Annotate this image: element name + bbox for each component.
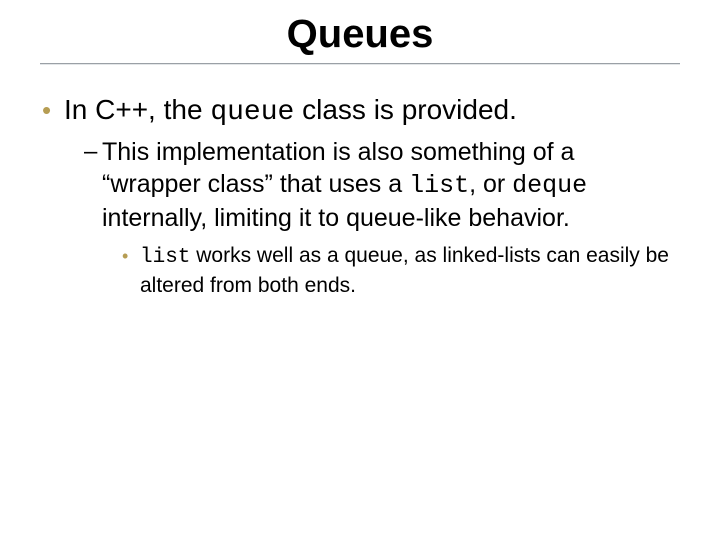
level2-text: This implementation is also something of… <box>102 136 678 234</box>
slide-title: Queues <box>281 12 440 59</box>
level2-b: , or <box>469 170 512 198</box>
level1-text: In C++, the queue class is provided. <box>64 93 517 130</box>
level3-code: list <box>140 246 190 269</box>
title-area: Queues <box>0 0 720 65</box>
level3-text: list works well as a queue, as linked-li… <box>140 242 678 300</box>
level3-rest: works well as a queue, as linked-lists c… <box>140 244 669 297</box>
level2-code1: list <box>409 171 469 200</box>
dot-bullet-icon: • <box>122 242 140 270</box>
level1-pre: In C++, the <box>64 94 210 125</box>
bullet-level-2: – This implementation is also something … <box>84 136 678 234</box>
bullet-level-1: • In C++, the queue class is provided. <box>42 93 678 130</box>
disc-bullet-icon: • <box>42 93 64 127</box>
level2-c: internally, limiting it to queue-like be… <box>102 204 570 232</box>
dash-bullet-icon: – <box>84 136 102 168</box>
level1-post: class is provided. <box>294 94 517 125</box>
slide: Queues • In C++, the queue class is prov… <box>0 0 720 540</box>
body-area: • In C++, the queue class is provided. –… <box>0 65 720 300</box>
level1-code: queue <box>210 97 294 128</box>
bullet-level-3: • list works well as a queue, as linked-… <box>122 242 678 300</box>
level2-code2: deque <box>512 171 587 200</box>
